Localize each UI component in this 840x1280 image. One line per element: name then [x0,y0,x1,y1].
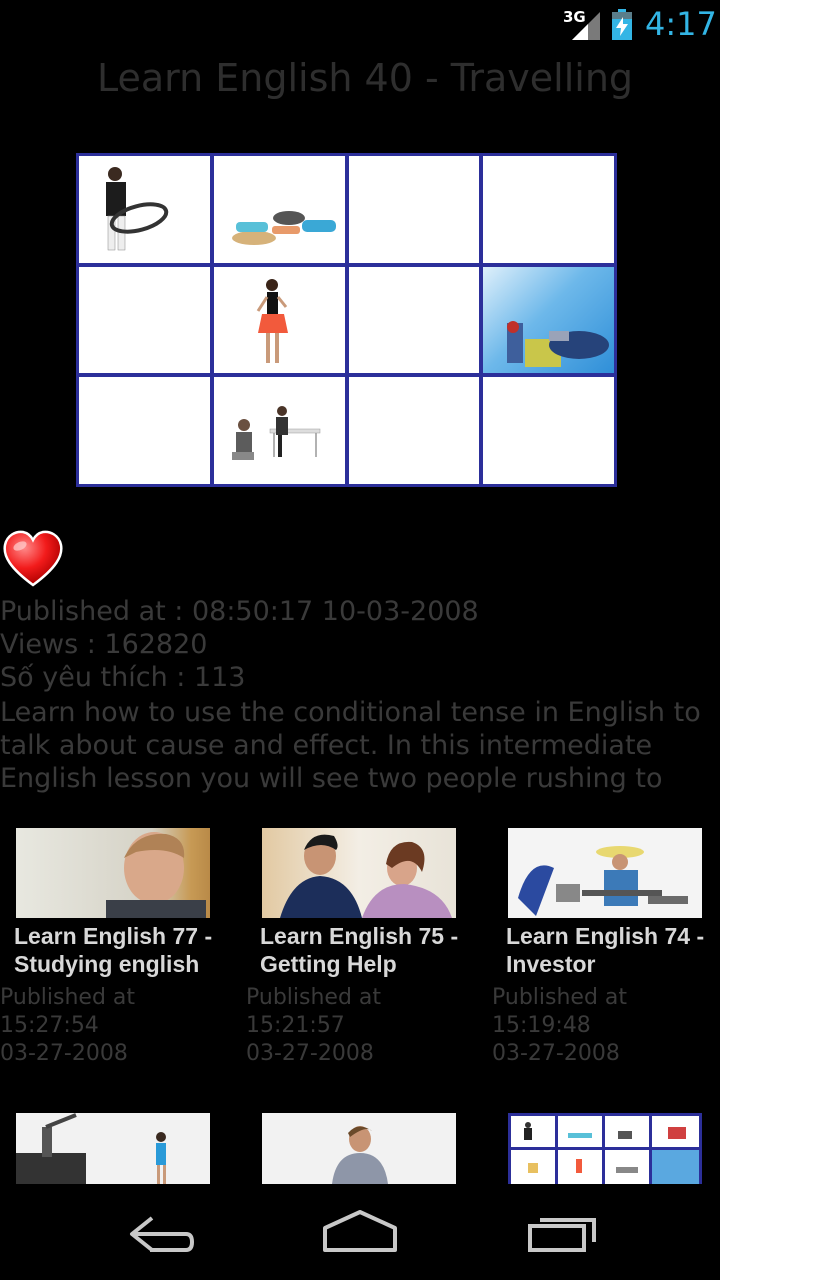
related-video-published: Published at 15:27:54 03-27-2008 [0,984,230,1068]
battery-charging-icon [612,9,632,40]
published-date: 03-27-2008 [246,1041,374,1066]
published-date: 03-27-2008 [0,1041,128,1066]
heart-icon[interactable] [2,530,64,588]
signal-icon [572,12,600,40]
related-video-title[interactable]: Learn English 77 - Studying english [14,922,232,978]
view-count: Views : 162820 [0,629,208,660]
published-label: Published at [492,985,628,1010]
published-label: Published at [246,985,382,1010]
related-video-thumbnail[interactable] [262,828,456,918]
app-screen: 3G 4:17 Learn English 40 - Travelling Pu… [0,0,720,1280]
video-thumbnail[interactable] [76,153,617,487]
page-title: Learn English 40 - Travelling [96,56,634,100]
back-icon[interactable] [116,1204,206,1260]
frame-blank [348,266,480,374]
navigation-bar [0,1184,720,1280]
video-description: Learn how to use the conditional tense i… [0,697,701,794]
frame-blank [348,156,480,263]
published-date: 03-27-2008 [492,1041,620,1066]
frame-blank [348,377,480,484]
frame-man-wheel [79,156,210,263]
frame-blank [483,377,614,484]
related-video-title[interactable]: Learn English 75 - Getting Help [260,922,478,978]
related-video-thumbnail[interactable] [508,1113,702,1184]
related-video-published: Published at 15:21:57 03-27-2008 [246,984,476,1068]
frame-lying-people [213,156,345,263]
frame-blank [79,266,210,374]
home-icon[interactable] [315,1204,405,1260]
published-time: 15:27:54 [0,1013,99,1038]
published-date: Published at : 08:50:17 10-03-2008 [0,596,479,627]
recent-apps-icon[interactable] [518,1204,608,1260]
related-video-thumbnail[interactable] [16,828,210,918]
related-video-thumbnail[interactable] [262,1113,456,1184]
like-count: Số yêu thích : 113 [0,662,246,693]
frame-blank [79,377,210,484]
related-video-thumbnail[interactable] [508,828,702,918]
clock: 4:17 [645,5,717,43]
frame-blank [483,156,614,263]
frame-office [213,377,345,484]
related-video-published: Published at 15:19:48 03-27-2008 [492,984,720,1068]
frame-woman-dancing [213,266,345,374]
related-video-title[interactable]: Learn English 74 - Investor [506,922,720,978]
published-time: 15:19:48 [492,1013,591,1038]
status-bar: 3G 4:17 [0,0,720,50]
related-video-thumbnail[interactable] [16,1113,210,1184]
frame-blue-scene [483,266,614,374]
published-time: 15:21:57 [246,1013,345,1038]
published-label: Published at [0,985,136,1010]
